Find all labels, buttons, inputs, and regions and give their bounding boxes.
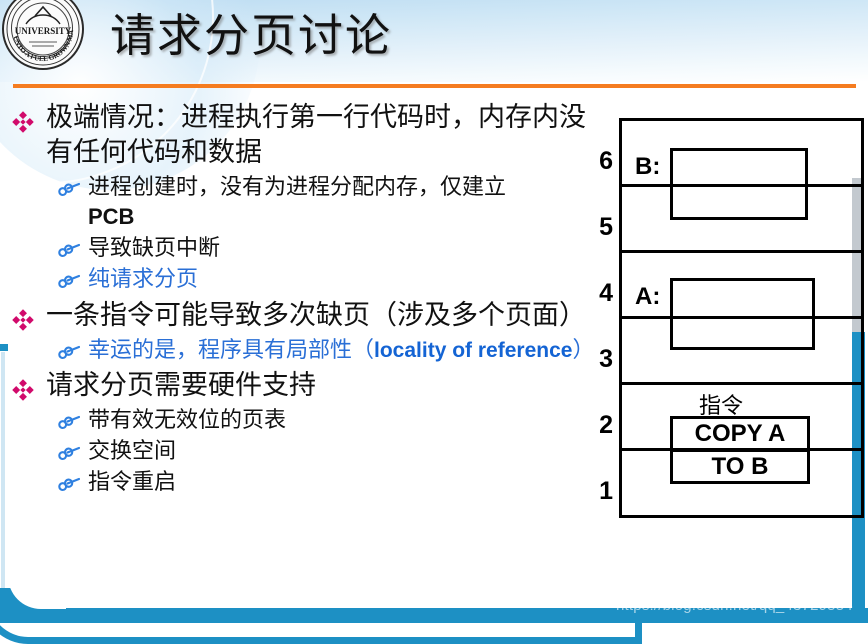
bullet-text: 指令重启 [88, 469, 177, 494]
bullet-text-prefix: 幸运的是，程序具有局部性（ [88, 337, 375, 362]
bullet-level2-item: 带有效无效位的页表 [0, 405, 600, 435]
frame-number: 3 [599, 345, 613, 373]
frame-number: 1 [599, 477, 613, 505]
frame-number: 6 [599, 147, 613, 175]
bullet-level1-item: 请求分页需要硬件支持 [0, 368, 600, 403]
svg-text:UNIVERSITY: UNIVERSITY [15, 26, 72, 36]
diamond-bullet-icon [12, 107, 34, 133]
scroll-bullet-icon [58, 341, 82, 361]
frame-number: 5 [599, 213, 613, 241]
scroll-bullet-icon [58, 270, 82, 290]
scroll-bullet-icon [58, 239, 82, 259]
slide-body-content: 极端情况：进程执行第一行代码时，内存内没有任何代码和数据 进程创建时，没有为进程… [0, 100, 600, 498]
diamond-bullet-icon [12, 305, 34, 331]
watermark-text: https://blog.csdn.net/qq_43729554 [616, 597, 853, 614]
bullet-text: 导致缺页中断 [88, 235, 221, 260]
bullet-level1-item: 一条指令可能导致多次缺页（涉及多个页面） [0, 298, 600, 333]
bullet-text: 带有效无效位的页表 [88, 407, 287, 432]
page-title: 请求分页讨论 [110, 11, 393, 61]
bullet-text: 进程创建时，没有为进程分配内存，仅建立 [88, 174, 507, 199]
frame-number: 2 [599, 411, 613, 439]
seal-artwork: UNIVERSITY UNTO A FULL GROWN MAN [4, 0, 80, 66]
bullet-level2-item: 交换空间 [0, 436, 600, 466]
bullet-text: 交换空间 [88, 438, 177, 463]
bullet-text: 纯请求分页 [88, 266, 199, 291]
process-b-label: B: [635, 153, 661, 180]
scroll-bullet-icon [58, 178, 82, 198]
instruction-line-to-b: TO B [670, 449, 810, 484]
bullet-text: 极端情况：进程执行第一行代码时，内存内没有任何代码和数据 [46, 102, 586, 167]
title-separator-rule [13, 84, 856, 88]
bullet-text: 请求分页需要硬件支持 [46, 370, 316, 400]
instruction-line-copy-a: COPY A [670, 416, 810, 451]
process-b-box [670, 148, 808, 220]
scroll-bullet-icon [58, 442, 82, 462]
bullet-level2-item: 进程创建时，没有为进程分配内存，仅建立 PCB [0, 172, 600, 232]
bullet-level2-item: 导致缺页中断 [0, 233, 600, 263]
bullet-level2-item: 纯请求分页 [0, 264, 600, 294]
memory-frame-diagram: 6 5 4 3 2 1 B: A: 指令 COPY A TO B [585, 118, 868, 520]
scroll-bullet-icon [58, 473, 82, 493]
bullet-level2-item: 指令重启 [0, 467, 600, 497]
diamond-bullet-icon [12, 375, 34, 401]
process-a-box [670, 278, 815, 350]
bullet-text-latin: PCB [88, 204, 135, 229]
bullet-text: 一条指令可能导致多次缺页（涉及多个页面） [46, 300, 586, 330]
bullet-text-emphasis: locality of reference [374, 339, 573, 362]
frame-number: 4 [599, 279, 613, 307]
bullet-level1-item: 极端情况：进程执行第一行代码时，内存内没有任何代码和数据 [0, 100, 600, 170]
scroll-bullet-icon [58, 411, 82, 431]
process-a-label: A: [635, 283, 661, 310]
university-seal-logo: UNIVERSITY UNTO A FULL GROWN MAN [2, 0, 84, 70]
bullet-level2-item: 幸运的是，程序具有局部性（locality of reference） [0, 335, 600, 366]
slide-root: UNIVERSITY UNTO A FULL GROWN MAN 请求分页讨论 [0, 0, 868, 644]
